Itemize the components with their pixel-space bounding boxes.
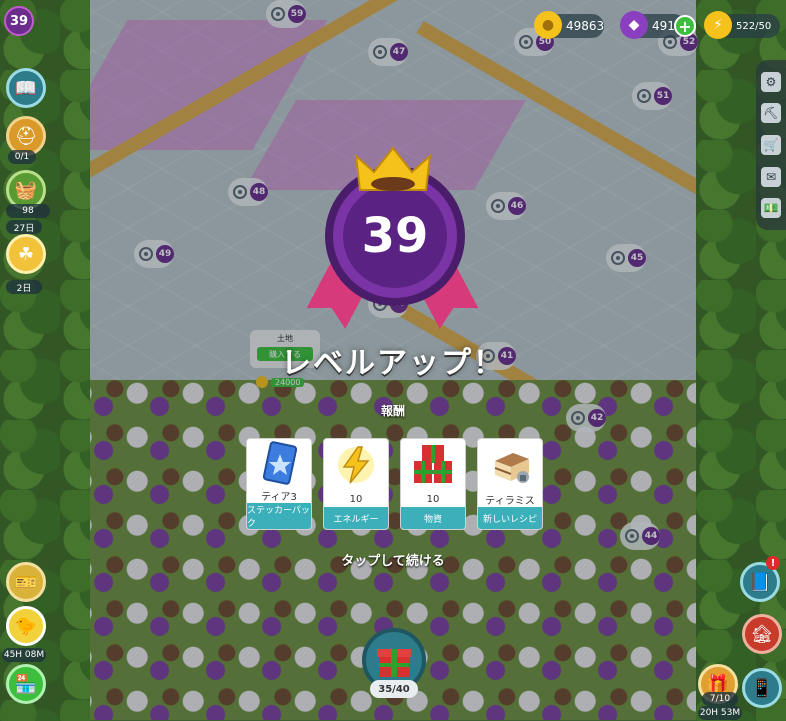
reward-card-new-recipe[interactable]: ティラミス 新しいレシピ <box>477 438 543 530</box>
energy-bolt-icon <box>338 446 374 484</box>
quest-progress-label: 0/1 <box>8 150 36 164</box>
energy-counter[interactable]: ⚡ 522/50 <box>704 11 780 39</box>
quest-book-button[interactable]: 📖 <box>6 68 46 108</box>
add-gems-button[interactable]: + <box>674 15 696 37</box>
shop-stall-button[interactable]: 🏪 <box>6 664 46 704</box>
reward-cards: ティア3 ステッカーパック 10 エネルギー 10 物資 ティラミス 新しいレシ… <box>246 438 543 530</box>
reward-card-energy[interactable]: 10 エネルギー <box>323 438 389 530</box>
clover-event-button[interactable]: ☘ <box>6 234 46 274</box>
event-timer-a: 27日 <box>6 220 42 234</box>
reward-card-sticker-pack[interactable]: ティア3 ステッカーパック <box>246 438 312 530</box>
gem-icon: ◆ <box>620 11 648 39</box>
sticker-pack-icon <box>262 441 298 486</box>
delivery-count-label: 7/10 <box>702 692 738 706</box>
tap-to-continue[interactable]: タップして続ける <box>0 550 786 569</box>
phone-button[interactable]: 📱 <box>742 668 782 708</box>
cart-icon[interactable]: 🛒 <box>761 134 781 155</box>
reward-card-supplies[interactable]: 10 物資 <box>400 438 466 530</box>
gift-boxes-icon <box>414 445 452 483</box>
levelup-title: レベルアップ！ <box>281 346 505 381</box>
basket-count-label: 98 <box>6 204 50 218</box>
crown-icon <box>354 146 432 191</box>
right-tool-rail: ⚙ ⛏ 🛒 ✉ 💵 <box>756 60 786 230</box>
gift-box-icon <box>377 649 411 677</box>
reward-heading: 報酬 <box>380 404 405 418</box>
coins-counter[interactable]: ● 49863 <box>534 11 604 39</box>
mail-icon[interactable]: ✉ <box>761 166 781 187</box>
barn-button[interactable]: 🏚 <box>742 614 782 654</box>
coin-icon: ● <box>534 11 562 39</box>
bird-character-button[interactable]: 🐤 <box>6 606 46 646</box>
level-number: 39 <box>343 184 447 288</box>
event-timer-b: 2日 <box>6 280 42 294</box>
energy-bolt-icon: ⚡ <box>704 11 732 39</box>
settings-gear-icon[interactable]: ⚙ <box>761 71 781 92</box>
tiramisu-icon <box>494 453 529 483</box>
shovel-icon[interactable]: ⛏ <box>761 103 781 124</box>
player-level-badge[interactable]: 39 <box>4 6 36 44</box>
gems-counter[interactable]: ◆ 491 + <box>620 11 696 39</box>
bird-timer-label: 45H 08M <box>2 648 46 662</box>
delivery-timer-label: 20H 53M <box>698 706 742 720</box>
cash-icon[interactable]: 💵 <box>761 198 781 219</box>
gift-count-label: 35/40 <box>370 680 418 698</box>
